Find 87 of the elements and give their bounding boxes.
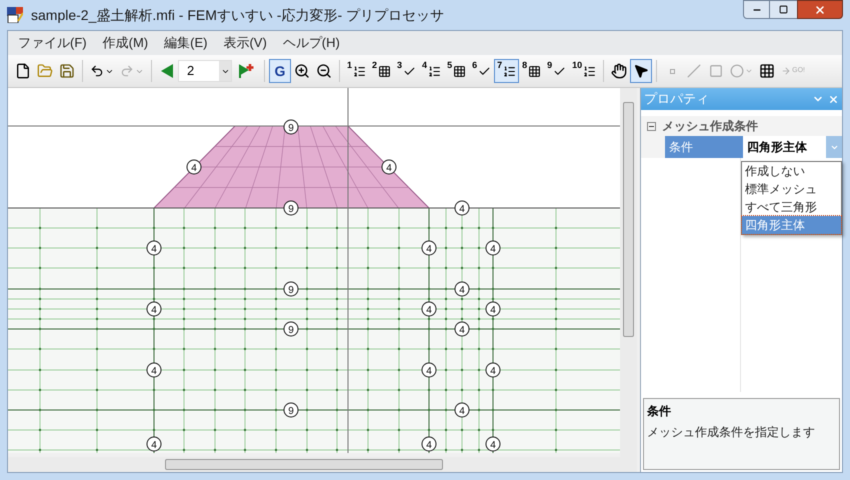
square-icon [709,64,724,78]
maximize-icon [779,5,788,14]
dropdown-option[interactable]: 標準メッシュ [742,180,841,198]
mesh-count-label[interactable]: 4 [186,160,202,174]
mesh-count-label[interactable]: 4 [454,282,470,296]
grid-icon [759,63,776,79]
mesh-count-label[interactable]: 9 [284,120,298,134]
dropdown-option[interactable]: 作成しない [742,162,841,180]
step-select[interactable]: 2 [178,60,232,82]
step-tool-button[interactable]: 6 [469,59,494,83]
horizontal-scrollbar[interactable] [8,457,637,472]
window-title: sample-2_盛土解析.mfi - FEMすいすい -応力変形- プリプロセッサ [31,6,444,25]
check-icon [403,64,416,78]
zoom-in-icon [294,63,310,79]
line-icon [687,64,702,78]
mesh-count-label[interactable]: 4 [486,302,500,316]
mesh-count-label[interactable]: 4 [422,436,436,452]
file-icon [15,63,31,79]
step-tool-button[interactable]: 9 [544,59,570,83]
mesh-count-label[interactable]: 4 [486,240,500,256]
caret-icon [745,67,754,75]
menu-item[interactable]: 表示(V) [215,33,275,53]
arrow-icon [633,63,650,79]
mesh-count-label[interactable]: 9 [284,402,298,418]
description-title: 条件 [647,403,672,420]
collapse-toggle[interactable] [647,122,656,130]
vertical-scrollbar[interactable] [620,88,637,457]
menu-item[interactable]: ヘルプ(H) [274,33,348,53]
arrow-icon [781,66,792,76]
folder-icon [37,63,53,79]
app-logo-icon [7,7,23,23]
numbered-list-icon [583,64,596,78]
mesh-count-label[interactable]: 9 [284,322,298,336]
close-icon[interactable] [828,94,839,104]
step-tool-button[interactable]: 5 [444,59,470,83]
check-icon [478,64,492,78]
check-icon [553,64,566,78]
property-value-field[interactable]: 四角形主体 [743,136,826,158]
mesh-count-label[interactable]: 4 [486,362,500,378]
save-icon [59,63,75,79]
mesh-count-label[interactable]: 4 [422,240,436,256]
grid-icon [378,64,392,78]
mesh-count-label[interactable]: 4 [486,436,500,452]
step-tool-button[interactable]: 2 [369,59,394,83]
description-text: メッシュ作成条件を指定します [647,424,816,441]
properties-title: プロパティ [644,90,709,108]
numbered-list-icon [503,64,516,78]
grid-button[interactable]: G [269,59,291,83]
mesh-count-label[interactable]: 4 [146,240,162,256]
circle-icon [730,64,744,78]
previous-triangle-icon[interactable] [159,63,175,79]
mesh-count-label[interactable]: 4 [454,402,470,418]
mesh-count-label[interactable]: 4 [454,200,470,216]
menu-item[interactable]: 編集(E) [156,33,216,53]
undo-icon [90,64,104,78]
add-flag-icon[interactable] [238,63,254,79]
mesh-count-label[interactable]: 9 [284,200,298,216]
mesh-count-label[interactable]: 4 [146,362,162,378]
mesh-count-label[interactable]: 4 [422,302,436,316]
pointer-button[interactable] [630,59,652,83]
step-tool-button[interactable]: 4 [419,59,444,83]
hand-icon [611,63,628,79]
zoom-out-icon [316,63,332,79]
close-icon [814,4,826,16]
mesh-count-label[interactable]: 4 [382,160,396,174]
redo-icon [120,64,134,78]
grid-icon [528,64,542,78]
step-tool-button[interactable]: 8 [519,59,544,83]
category-label: メッシュ作成条件 [662,118,758,135]
maximize-button[interactable] [770,0,797,19]
mesh-count-label[interactable]: 4 [146,302,162,316]
menu-item[interactable]: 作成(M) [94,33,156,53]
step-tool-button[interactable]: 1 [344,59,370,83]
mesh-count-label[interactable]: 4 [454,322,470,336]
close-button[interactable] [797,0,843,19]
grid-icon [453,64,466,78]
mesh-count-label[interactable]: 9 [284,282,298,296]
step-tool-button[interactable]: 10 [569,59,600,83]
numbered-list-icon [353,64,366,78]
menu-item[interactable]: ファイル(F) [10,33,95,53]
step-tool-button[interactable]: 7 [494,59,520,83]
numbered-list-icon [428,64,442,78]
mesh-count-label[interactable]: 4 [146,436,162,452]
dropdown-option[interactable]: すべて三角形 [742,198,841,216]
mesh-count-label[interactable]: 4 [422,362,436,378]
mesh-canvas[interactable]: 9 4 4 9 4 4 4 4 9 4 4 4 4 9 4 4 4 4 9 4 4 4 4 [8,88,620,453]
step-tool-button[interactable]: 3 [394,59,420,83]
